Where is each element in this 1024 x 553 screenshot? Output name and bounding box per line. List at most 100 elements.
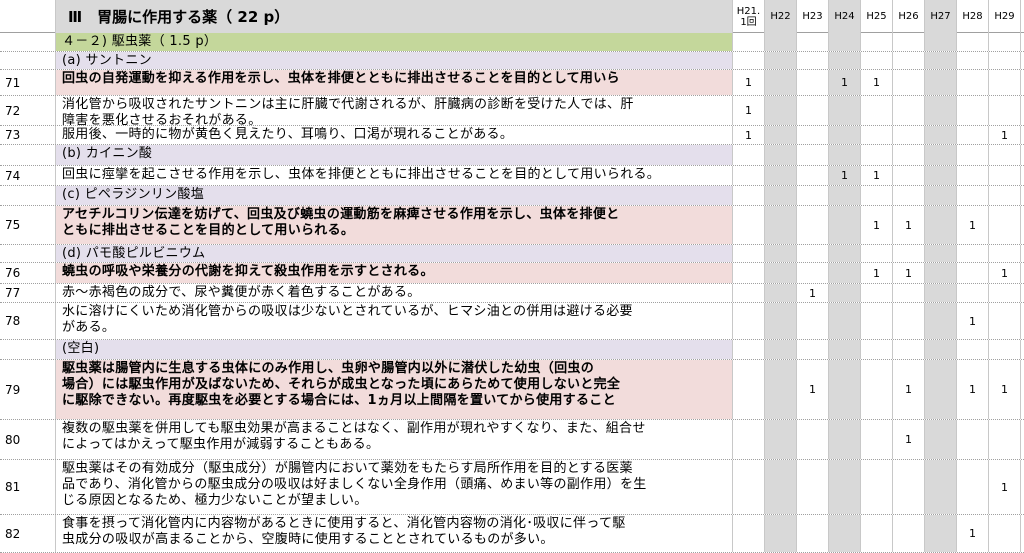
year-header[interactable]: H23	[797, 0, 829, 33]
year-mark-cell[interactable]	[733, 145, 765, 165]
year-header[interactable]: H22	[765, 0, 797, 33]
year-mark-cell[interactable]	[797, 126, 829, 144]
year-mark-cell[interactable]	[989, 303, 1021, 339]
year-mark-cell[interactable]: 1	[989, 263, 1021, 283]
year-mark-cell[interactable]	[765, 96, 797, 125]
year-mark-cell[interactable]	[733, 460, 765, 514]
year-mark-cell[interactable]	[861, 360, 893, 419]
year-mark-cell[interactable]	[733, 52, 765, 69]
row-number[interactable]: 78	[0, 303, 56, 339]
year-mark-cell[interactable]	[733, 515, 765, 552]
year-mark-cell[interactable]	[829, 96, 861, 125]
year-header[interactable]: H24	[829, 0, 861, 33]
year-mark-cell[interactable]	[957, 420, 989, 459]
year-mark-cell[interactable]	[797, 96, 829, 125]
year-mark-cell[interactable]: 1	[989, 460, 1021, 514]
row-number[interactable]	[0, 186, 56, 205]
year-mark-cell[interactable]	[861, 420, 893, 459]
year-mark-cell[interactable]	[733, 206, 765, 244]
year-mark-cell[interactable]: 1	[861, 166, 893, 185]
row-number[interactable]: 71	[0, 70, 56, 95]
year-header[interactable]: H29	[989, 0, 1021, 33]
year-mark-cell[interactable]	[797, 52, 829, 69]
year-mark-cell[interactable]	[925, 33, 957, 51]
year-mark-cell[interactable]	[925, 460, 957, 514]
row-number[interactable]	[0, 33, 56, 51]
row-number[interactable]	[0, 145, 56, 165]
year-mark-cell[interactable]: 1	[957, 515, 989, 552]
row-number[interactable]: 75	[0, 206, 56, 244]
year-mark-cell[interactable]	[957, 166, 989, 185]
year-mark-cell[interactable]: 1	[797, 284, 829, 302]
year-mark-cell[interactable]	[925, 206, 957, 244]
year-mark-cell[interactable]	[989, 166, 1021, 185]
row-number[interactable]: 76	[0, 263, 56, 283]
year-mark-cell[interactable]	[989, 70, 1021, 95]
year-mark-cell[interactable]	[989, 52, 1021, 69]
year-mark-cell[interactable]	[829, 515, 861, 552]
year-mark-cell[interactable]	[925, 340, 957, 359]
year-mark-cell[interactable]	[925, 245, 957, 262]
year-mark-cell[interactable]	[765, 303, 797, 339]
year-header[interactable]: H21. 1回	[733, 0, 765, 33]
year-header[interactable]: H27	[925, 0, 957, 33]
year-mark-cell[interactable]	[765, 460, 797, 514]
year-mark-cell[interactable]	[797, 70, 829, 95]
year-mark-cell[interactable]	[829, 52, 861, 69]
statement-cell[interactable]: 複数の駆虫薬を併用しても駆虫効果が高まることはなく、副作用が現れやすくなり、また…	[56, 420, 733, 459]
year-mark-cell[interactable]	[925, 166, 957, 185]
year-mark-cell[interactable]: 1	[861, 206, 893, 244]
year-mark-cell[interactable]: 1	[829, 70, 861, 95]
year-mark-cell[interactable]	[989, 206, 1021, 244]
year-mark-cell[interactable]	[893, 126, 925, 144]
statement-cell[interactable]: 駆虫薬はその有効成分（駆虫成分）が腸管内において薬効をもたらす局所作用を目的とす…	[56, 460, 733, 514]
year-mark-cell[interactable]	[893, 245, 925, 262]
year-mark-cell[interactable]	[861, 303, 893, 339]
year-header[interactable]: H26	[893, 0, 925, 33]
year-mark-cell[interactable]	[893, 340, 925, 359]
year-mark-cell[interactable]	[893, 166, 925, 185]
year-mark-cell[interactable]	[765, 166, 797, 185]
year-mark-cell[interactable]: 1	[797, 360, 829, 419]
statement-cell[interactable]: 回虫の自発運動を抑える作用を示し、虫体を排便とともに排出させることを目的として用…	[56, 70, 733, 95]
statement-cell[interactable]: 蟯虫の呼吸や栄養分の代謝を抑えて殺虫作用を示すとされる。	[56, 263, 733, 283]
year-mark-cell[interactable]	[829, 420, 861, 459]
year-mark-cell[interactable]	[765, 145, 797, 165]
year-mark-cell[interactable]: 1	[893, 360, 925, 419]
year-mark-cell[interactable]	[925, 303, 957, 339]
year-header[interactable]: H25	[861, 0, 893, 33]
year-mark-cell[interactable]	[957, 340, 989, 359]
year-mark-cell[interactable]	[989, 340, 1021, 359]
year-mark-cell[interactable]	[957, 70, 989, 95]
statement-cell[interactable]: (d) パモ酸ピルビニウム	[56, 245, 733, 262]
year-mark-cell[interactable]	[957, 460, 989, 514]
row-number[interactable]: 79	[0, 360, 56, 419]
year-mark-cell[interactable]: 1	[861, 70, 893, 95]
year-mark-cell[interactable]	[861, 515, 893, 552]
year-mark-cell[interactable]	[989, 515, 1021, 552]
year-mark-cell[interactable]	[989, 145, 1021, 165]
year-mark-cell[interactable]	[925, 515, 957, 552]
row-number[interactable]: 82	[0, 515, 56, 552]
year-mark-cell[interactable]	[957, 245, 989, 262]
year-mark-cell[interactable]	[989, 420, 1021, 459]
year-mark-cell[interactable]	[765, 52, 797, 69]
row-number[interactable]: 77	[0, 284, 56, 302]
row-number[interactable]: 74	[0, 166, 56, 185]
year-mark-cell[interactable]	[829, 460, 861, 514]
year-mark-cell[interactable]: 1	[733, 126, 765, 144]
year-mark-cell[interactable]	[765, 245, 797, 262]
year-mark-cell[interactable]	[957, 145, 989, 165]
year-mark-cell[interactable]	[797, 186, 829, 205]
year-mark-cell[interactable]	[797, 33, 829, 51]
year-mark-cell[interactable]	[925, 52, 957, 69]
statement-cell[interactable]: (空白)	[56, 340, 733, 359]
year-mark-cell[interactable]	[957, 126, 989, 144]
year-mark-cell[interactable]	[925, 126, 957, 144]
row-number[interactable]: 72	[0, 96, 56, 125]
year-mark-cell[interactable]	[765, 70, 797, 95]
statement-cell[interactable]: 服用後、一時的に物が黄色く見えたり、耳鳴り、口渇が現れることがある。	[56, 126, 733, 144]
statement-cell[interactable]: ４－２) 駆虫薬（ 1.5 p）	[56, 33, 733, 51]
year-mark-cell[interactable]	[893, 284, 925, 302]
year-mark-cell[interactable]	[829, 360, 861, 419]
